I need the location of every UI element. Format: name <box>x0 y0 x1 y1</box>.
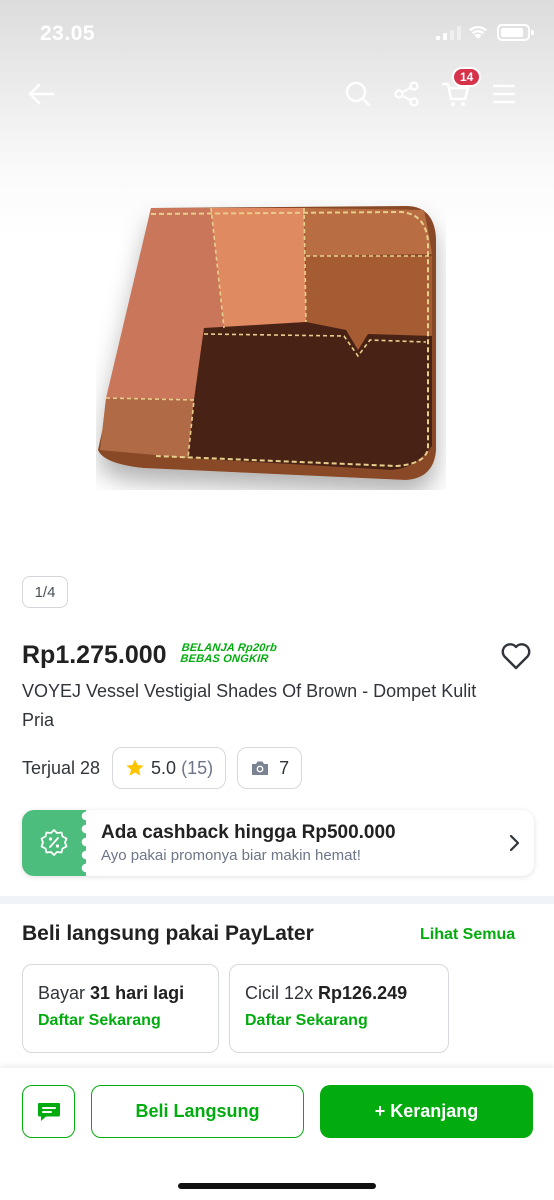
bottom-action-bar: Beli Langsung + Keranjang <box>0 1068 554 1200</box>
battery-icon <box>497 24 534 41</box>
free-shipping-badge: BELANJA Rp20rb BEBAS ONGKIR <box>179 642 278 665</box>
photo-review-chip[interactable]: 7 <box>237 747 303 789</box>
star-icon <box>126 759 144 776</box>
heart-icon <box>501 643 531 670</box>
wishlist-button[interactable] <box>500 641 532 676</box>
paylater-option-term: 31 hari lagi <box>90 983 185 1003</box>
see-all-link[interactable]: Lihat Semua <box>420 926 515 944</box>
rating-chip[interactable]: 5.0 (15) <box>112 747 227 789</box>
register-now-link[interactable]: Daftar Sekarang <box>245 1012 448 1030</box>
rating-value: 5.0 <box>151 757 177 778</box>
search-button[interactable] <box>342 78 374 110</box>
paylater-option-card[interactable]: Cicil 12x Rp126.249 Daftar Sekarang <box>229 964 449 1053</box>
product-title: VOYEJ Vessel Vestigial Shades Of Brown -… <box>22 681 477 730</box>
chevron-right-icon <box>494 834 534 852</box>
chat-icon <box>37 1102 60 1121</box>
search-icon <box>345 81 371 107</box>
status-time: 23.05 <box>40 22 96 45</box>
chat-button[interactable] <box>22 1085 75 1138</box>
paylater-option-card[interactable]: Bayar 31 hari lagi Daftar Sekarang <box>22 964 219 1053</box>
promo-line-2: BEBAS ONGKIR <box>179 653 270 665</box>
signal-icon <box>436 26 461 40</box>
product-stats: Terjual 28 5.0 (15) 7 <box>22 747 313 789</box>
product-photo-wallet <box>98 206 436 480</box>
cashback-subtitle: Ayo pakai promonya biar makin hemat! <box>101 847 361 864</box>
cashback-banner[interactable]: Ada cashback hingga Rp500.000 Ayo pakai … <box>22 810 534 876</box>
cashback-title: Ada cashback hingga Rp500.000 <box>101 822 396 843</box>
share-button[interactable] <box>391 78 423 110</box>
product-price: Rp1.275.000 <box>22 641 167 669</box>
back-button[interactable] <box>25 78 57 110</box>
cashback-tag <box>22 810 93 876</box>
discount-badge-icon <box>40 829 68 856</box>
cart-count-badge: 14 <box>452 67 482 87</box>
paylater-section-title: Beli langsung pakai PayLater <box>22 922 314 945</box>
paylater-option-prefix: Cicil 12x <box>245 983 314 1003</box>
paylater-option-prefix: Bayar <box>38 983 86 1003</box>
arrow-left-icon <box>28 83 55 105</box>
review-count: (15) <box>181 757 214 778</box>
camera-icon <box>252 761 269 775</box>
add-to-cart-button[interactable]: + Keranjang <box>320 1085 533 1138</box>
register-now-link[interactable]: Daftar Sekarang <box>38 1012 218 1030</box>
photo-count: 7 <box>279 757 290 778</box>
image-page-indicator: 1/4 <box>22 576 68 608</box>
hamburger-menu-icon <box>492 84 516 104</box>
menu-button[interactable] <box>488 78 520 110</box>
sold-count: Terjual 28 <box>22 757 101 778</box>
paylater-option-term: Rp126.249 <box>318 983 408 1003</box>
product-image-gallery[interactable]: 23.05 14 1/4 <box>0 0 554 625</box>
section-divider <box>0 896 554 904</box>
buy-now-button[interactable]: Beli Langsung <box>91 1085 304 1138</box>
share-icon <box>394 81 419 107</box>
wifi-icon <box>469 25 487 39</box>
home-indicator <box>178 1183 376 1189</box>
status-bar: 23.05 <box>0 18 554 48</box>
